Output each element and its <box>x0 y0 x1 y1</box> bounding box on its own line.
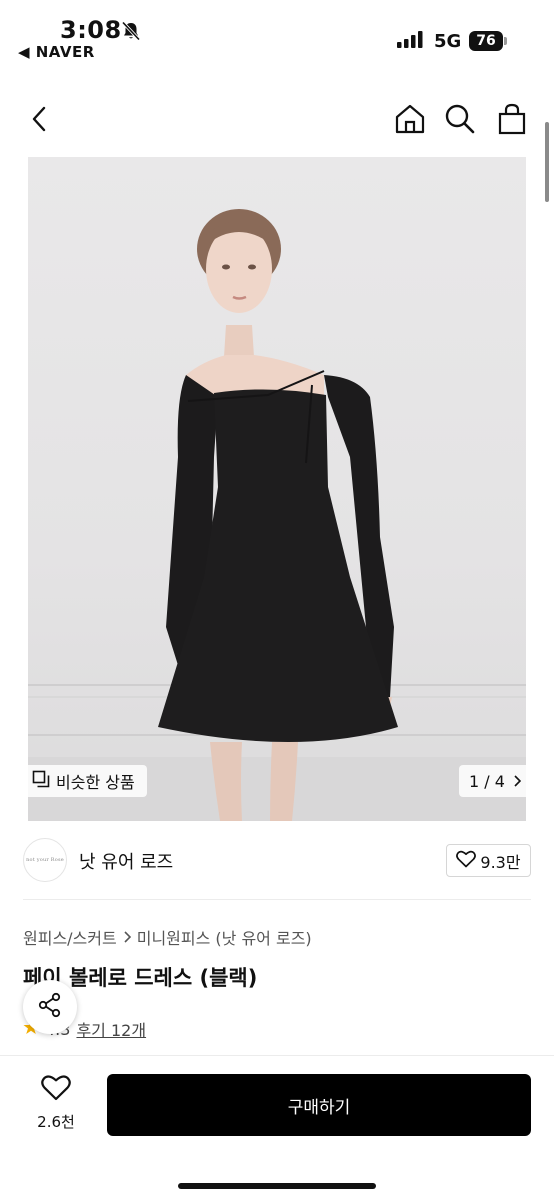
status-time: 3:08 <box>60 16 122 44</box>
battery-icon: 76 <box>469 31 507 51</box>
shop-logo-text: not your Rose <box>26 857 64 863</box>
shop-row: not your Rose 낫 유어 로즈 9.3만 <box>0 836 554 884</box>
back-to-app-link[interactable]: ◀ NAVER <box>18 43 95 61</box>
similar-products-button[interactable]: 비슷한 상품 <box>22 765 147 797</box>
heart-icon <box>41 1074 71 1105</box>
bottom-action-bar: 2.6천 구매하기 <box>0 1055 554 1200</box>
follow-shop-button[interactable]: 9.3만 <box>446 844 531 877</box>
share-button[interactable] <box>23 980 77 1034</box>
breadcrumb-subcategory[interactable]: 미니원피스 (낫 유어 로즈) <box>137 925 312 949</box>
chevron-right-icon <box>513 772 522 791</box>
top-nav-bar <box>0 96 554 146</box>
shop-name[interactable]: 낫 유어 로즈 <box>79 848 173 874</box>
heart-icon <box>456 850 477 872</box>
divider <box>23 899 531 900</box>
like-count: 2.6천 <box>37 1113 75 1131</box>
breadcrumb: 원피스/스커트 미니원피스 (낫 유어 로즈) <box>23 925 312 949</box>
shop-logo[interactable]: not your Rose <box>23 838 67 882</box>
share-icon <box>37 992 63 1022</box>
cellular-signal-icon <box>396 31 424 53</box>
like-button[interactable]: 2.6천 <box>22 1074 90 1138</box>
breadcrumb-category[interactable]: 원피스/스커트 <box>23 925 117 949</box>
battery-level: 76 <box>469 31 503 51</box>
chevron-right-icon <box>123 928 131 947</box>
buy-button[interactable]: 구매하기 <box>107 1074 531 1136</box>
chevron-left-icon[interactable] <box>20 96 60 142</box>
search-icon[interactable] <box>440 96 480 142</box>
image-page-indicator[interactable]: 1 / 4 <box>459 765 531 797</box>
status-bar: 3:08 ◀ NAVER 5G 76 <box>0 0 554 70</box>
similar-products-label: 비슷한 상품 <box>56 773 135 792</box>
battery-cap <box>504 37 507 45</box>
product-image[interactable] <box>28 157 526 821</box>
page-indicator-label: 1 / 4 <box>469 771 505 791</box>
follow-count: 9.3만 <box>480 852 521 872</box>
copy-icon <box>32 770 50 792</box>
bell-off-icon <box>120 20 142 46</box>
scrollbar[interactable] <box>545 122 549 202</box>
home-icon[interactable] <box>390 96 430 142</box>
reviews-link[interactable]: 후기 12개 <box>76 1017 146 1041</box>
network-type: 5G <box>434 31 462 52</box>
shopping-bag-icon[interactable] <box>492 96 532 142</box>
home-indicator <box>178 1183 376 1189</box>
